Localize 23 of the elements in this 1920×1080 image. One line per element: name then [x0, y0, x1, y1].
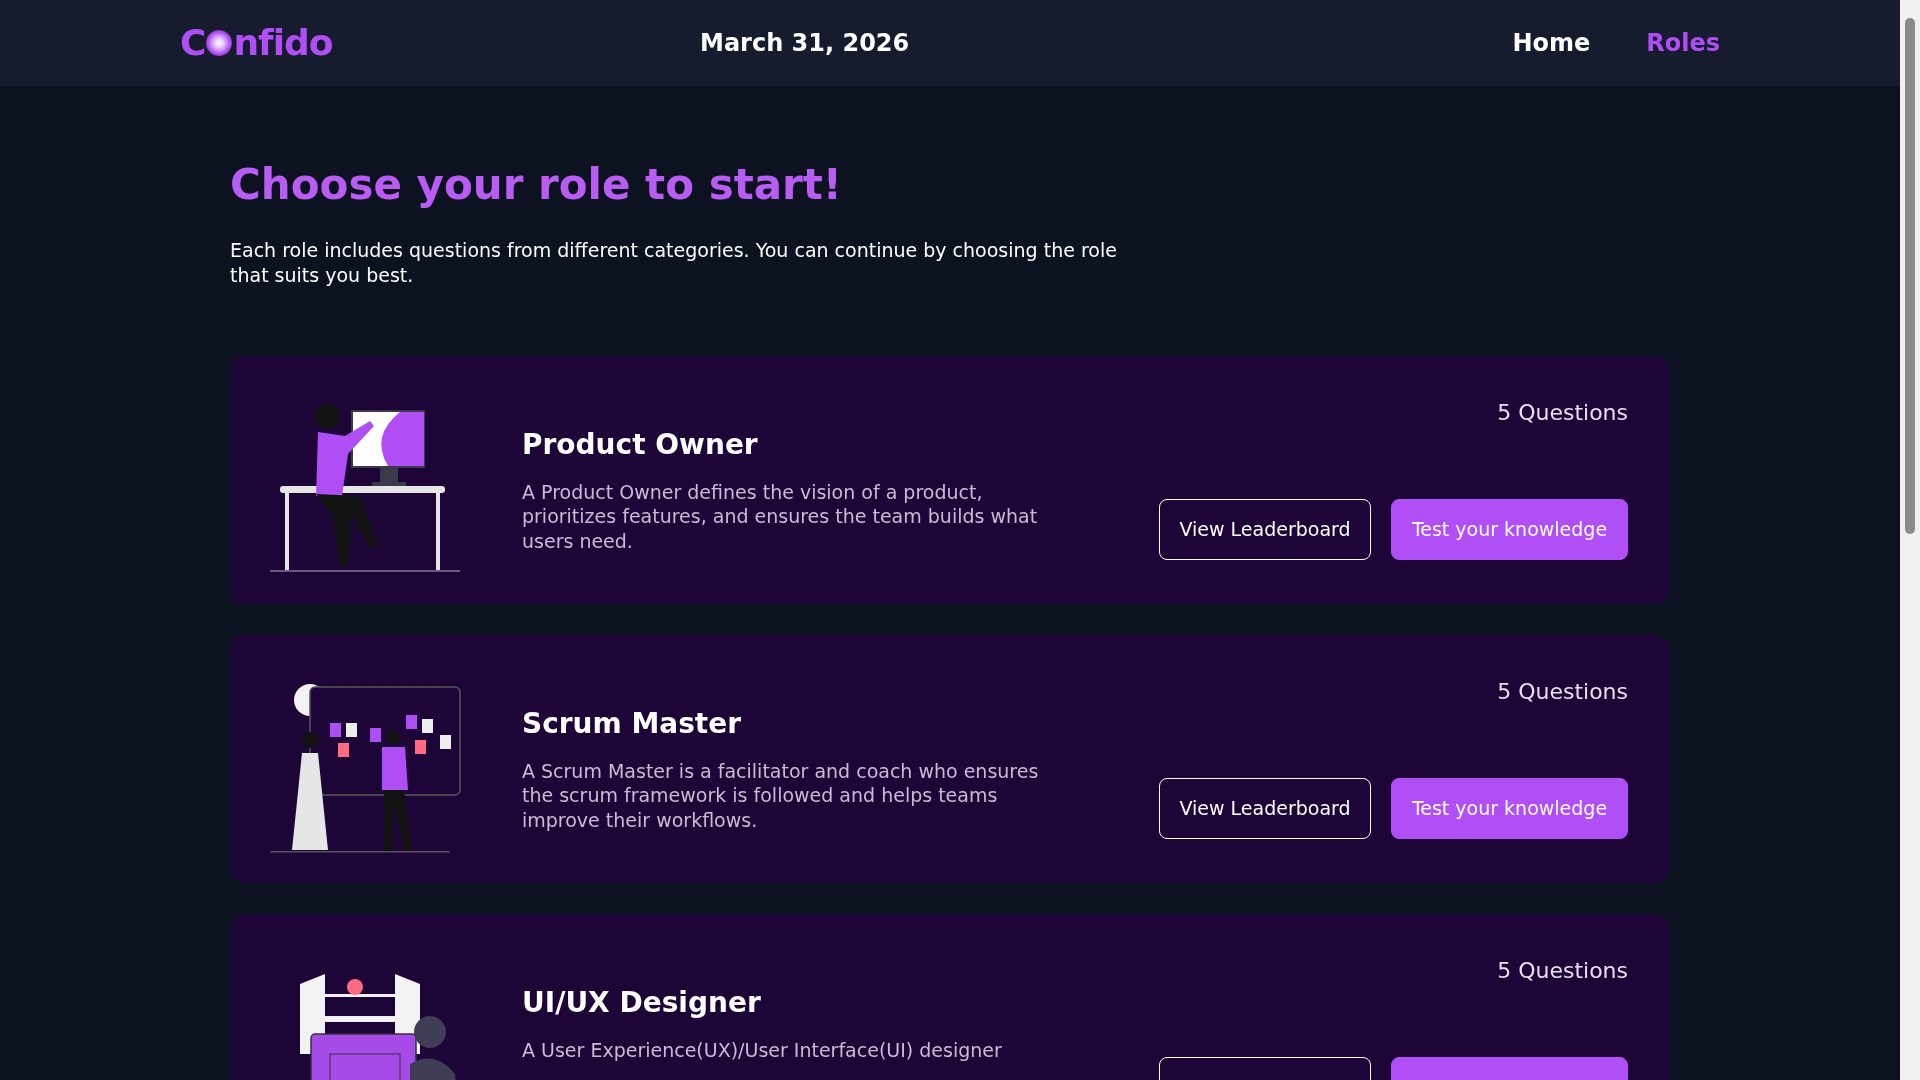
scrollbar-thumb[interactable] [1905, 18, 1915, 534]
leaderboard-button[interactable]: View Leaderboard [1159, 777, 1371, 839]
role-description: A User Experience(UX)/User Interface(UI) designer [522, 1037, 1003, 1063]
logo-text: nfido [233, 21, 333, 65]
intro-text: Each role includes questions from different categories. You can continue by choosing the role that suits you best. [230, 238, 1118, 288]
role-description: A Scrum Master is a facilitator and coach who ensures the scrum framework is followed and helps teams improve their workflows. [522, 758, 1040, 833]
role-title: UI/UX Designer [522, 984, 762, 1021]
role-title: Scrum Master [522, 705, 743, 742]
question-count: 5 Questions [1497, 398, 1628, 427]
glow-orb-icon [206, 30, 233, 56]
scrollbar[interactable] [1900, 0, 1920, 1080]
start-quiz-button[interactable]: Test your knowledge [1391, 498, 1628, 560]
leaderboard-button[interactable]: View Leaderboard [1159, 498, 1371, 560]
logo-text: C [180, 21, 206, 65]
nav-link[interactable]: Home [1512, 25, 1591, 61]
question-count: 5 Questions [1497, 677, 1628, 706]
start-quiz-button[interactable]: Test your knowledge [1391, 777, 1628, 839]
role-title: Product Owner [522, 426, 759, 463]
page-title: Choose your role to start! [230, 160, 843, 211]
role-description: A Product Owner defines the vision of a product, prioritizes features, and ensures the team builds what users need. [522, 479, 1039, 554]
date-text: March 31, 2026 [700, 28, 910, 59]
nav-link[interactable]: Roles [1646, 25, 1720, 61]
question-count: 5 Questions [1497, 956, 1628, 985]
